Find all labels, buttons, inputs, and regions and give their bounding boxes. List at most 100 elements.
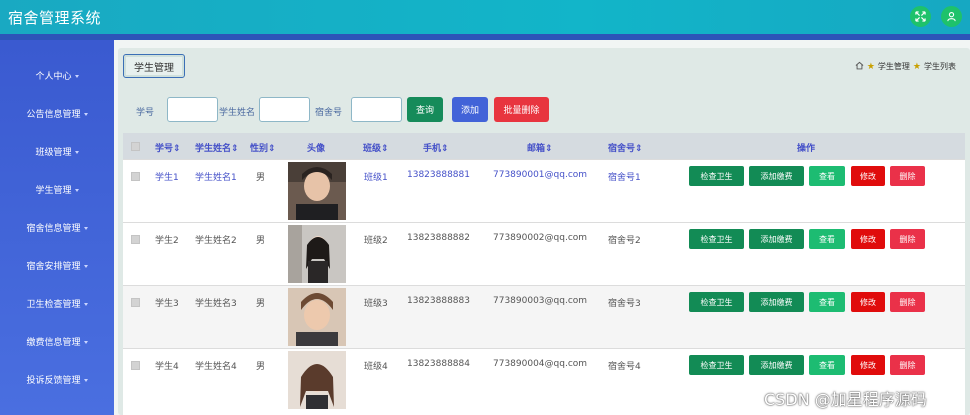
row-checkbox[interactable]: [131, 172, 140, 181]
dorm-number-input[interactable]: [351, 97, 402, 122]
expand-icon[interactable]: [910, 6, 931, 27]
sidebar-item-label: 公告信息管理: [26, 110, 81, 120]
cell-gender: 男: [256, 299, 266, 309]
breadcrumb-item[interactable]: 学生管理: [878, 61, 910, 72]
home-icon[interactable]: [855, 61, 864, 72]
delete-button[interactable]: 删除: [890, 355, 925, 375]
add-payment-button[interactable]: 添加缴费: [749, 355, 804, 375]
watermark: CSDN @加星程序源码: [764, 390, 927, 409]
cell-dorm-number: 宿舍号2: [608, 236, 641, 246]
cell-email: 773890003@qq.com: [493, 296, 588, 306]
sidebar-item-label: 学生管理: [35, 186, 72, 196]
app-title: 宿舍管理系统: [8, 9, 102, 27]
view-button[interactable]: 查看: [809, 355, 845, 375]
delete-button[interactable]: 删除: [890, 166, 925, 186]
sidebar-item-dorm-info[interactable]: 宿舍信息管理: [0, 221, 114, 234]
sidebar-item-label: 缴费信息管理: [26, 338, 81, 348]
add-payment-button[interactable]: 添加缴费: [749, 229, 804, 249]
cell-student-name: 学生姓名3: [195, 299, 237, 309]
sidebar-item-personal-center[interactable]: 个人中心: [0, 69, 114, 82]
sidebar-item-label: 宿舍安排管理: [26, 262, 81, 272]
column-header-student-id[interactable]: 学号⇕: [155, 141, 181, 154]
column-header-student-name[interactable]: 学生姓名⇕: [195, 141, 239, 154]
cell-class: 班级3: [364, 299, 388, 309]
column-header-email[interactable]: 邮箱⇕: [527, 141, 553, 154]
cell-class: 班级4: [364, 362, 388, 372]
student-name-label: 学生姓名: [219, 108, 256, 118]
cell-phone: 13823888884: [407, 359, 470, 369]
check-hygiene-button[interactable]: 检查卫生: [689, 229, 744, 249]
sidebar-item-hygiene-check[interactable]: 卫生检查管理: [0, 297, 114, 310]
sidebar-item-label: 卫生检查管理: [26, 300, 81, 310]
delete-button[interactable]: 删除: [890, 229, 925, 249]
top-bar: 宿舍管理系统: [0, 0, 970, 34]
column-header-dorm-number[interactable]: 宿舍号⇕: [608, 141, 643, 154]
delete-button[interactable]: 删除: [890, 292, 925, 312]
cell-student-id: 学生3: [155, 299, 179, 309]
students-table: 学号⇕ 学生姓名⇕ 性别⇕ 头像 班级⇕ 手机⇕ 邮箱⇕ 宿舍号⇕ 操作 学生1…: [123, 133, 965, 415]
column-header-actions: 操作: [797, 144, 816, 154]
cell-student-name: 学生姓名1: [195, 173, 237, 183]
row-checkbox[interactable]: [131, 235, 140, 244]
star-icon: ★: [912, 61, 921, 72]
cell-student-id: 学生4: [155, 362, 179, 372]
add-payment-button[interactable]: 添加缴费: [749, 292, 804, 312]
batch-delete-button[interactable]: 批量删除: [494, 97, 549, 122]
edit-button[interactable]: 修改: [851, 229, 885, 249]
table-row[interactable]: 学生2 学生姓名2 男 班级2 13823888882 773890002@qq…: [123, 222, 965, 285]
edit-button[interactable]: 修改: [851, 355, 885, 375]
table-row[interactable]: 学生3 学生姓名3 男 班级3 13823888883 773890003@qq…: [123, 285, 965, 348]
sidebar-item-dorm-arrangement[interactable]: 宿舍安排管理: [0, 259, 114, 272]
breadcrumb-item: 学生列表: [924, 62, 956, 71]
edit-button[interactable]: 修改: [851, 166, 885, 186]
dorm-number-label: 宿舍号: [315, 108, 343, 118]
breadcrumb: ★ 学生管理 ★ 学生列表: [855, 61, 956, 72]
avatar: [288, 288, 346, 346]
cell-dorm-number: 宿舍号3: [608, 299, 641, 309]
chevron-down-icon: [74, 151, 79, 154]
view-button[interactable]: 查看: [809, 166, 845, 186]
cell-student-name: 学生姓名2: [195, 236, 237, 246]
chevron-down-icon: [74, 75, 79, 78]
column-header-class[interactable]: 班级⇕: [363, 141, 389, 154]
sidebar-item-classes[interactable]: 班级管理: [0, 145, 114, 158]
column-header-gender[interactable]: 性别⇕: [250, 141, 276, 154]
query-button[interactable]: 查询: [407, 97, 443, 122]
table-header: 学号⇕ 学生姓名⇕ 性别⇕ 头像 班级⇕ 手机⇕ 邮箱⇕ 宿舍号⇕ 操作: [123, 133, 965, 159]
view-button[interactable]: 查看: [809, 229, 845, 249]
sidebar-item-announcements[interactable]: 公告信息管理: [0, 107, 114, 120]
sidebar-item-label: 班级管理: [35, 148, 72, 158]
sidebar-item-complaints[interactable]: 投诉反馈管理: [0, 373, 114, 386]
row-checkbox[interactable]: [131, 361, 140, 370]
sidebar-item-payments[interactable]: 缴费信息管理: [0, 335, 114, 348]
chevron-down-icon: [83, 113, 88, 116]
avatar: [288, 225, 346, 283]
student-id-label: 学号: [136, 108, 155, 118]
select-all-checkbox[interactable]: [131, 142, 140, 151]
sidebar-item-students[interactable]: 学生管理: [0, 183, 114, 196]
sidebar-item-label: 投诉反馈管理: [26, 376, 81, 386]
user-icon[interactable]: [941, 6, 962, 27]
page-title[interactable]: 学生管理: [123, 54, 185, 78]
table-row[interactable]: 学生1 学生姓名1 男 班级1 13823888881 773890001@qq…: [123, 159, 965, 222]
edit-button[interactable]: 修改: [851, 292, 885, 312]
cell-phone: 13823888881: [407, 170, 470, 180]
add-payment-button[interactable]: 添加缴费: [749, 166, 804, 186]
view-button[interactable]: 查看: [809, 292, 845, 312]
add-button[interactable]: 添加: [452, 97, 488, 122]
column-header-phone[interactable]: 手机⇕: [423, 141, 449, 154]
student-name-input[interactable]: [259, 97, 310, 122]
cell-student-id: 学生1: [155, 173, 179, 183]
cell-phone: 13823888882: [407, 233, 470, 243]
star-icon: ★: [866, 61, 875, 72]
check-hygiene-button[interactable]: 检查卫生: [689, 166, 744, 186]
row-checkbox[interactable]: [131, 298, 140, 307]
column-header-avatar: 头像: [307, 144, 326, 154]
check-hygiene-button[interactable]: 检查卫生: [689, 292, 744, 312]
chevron-down-icon: [74, 189, 79, 192]
sidebar-item-label: 个人中心: [35, 72, 72, 82]
student-id-input[interactable]: [167, 97, 218, 122]
check-hygiene-button[interactable]: 检查卫生: [689, 355, 744, 375]
cell-student-id: 学生2: [155, 236, 179, 246]
chevron-down-icon: [83, 227, 88, 230]
